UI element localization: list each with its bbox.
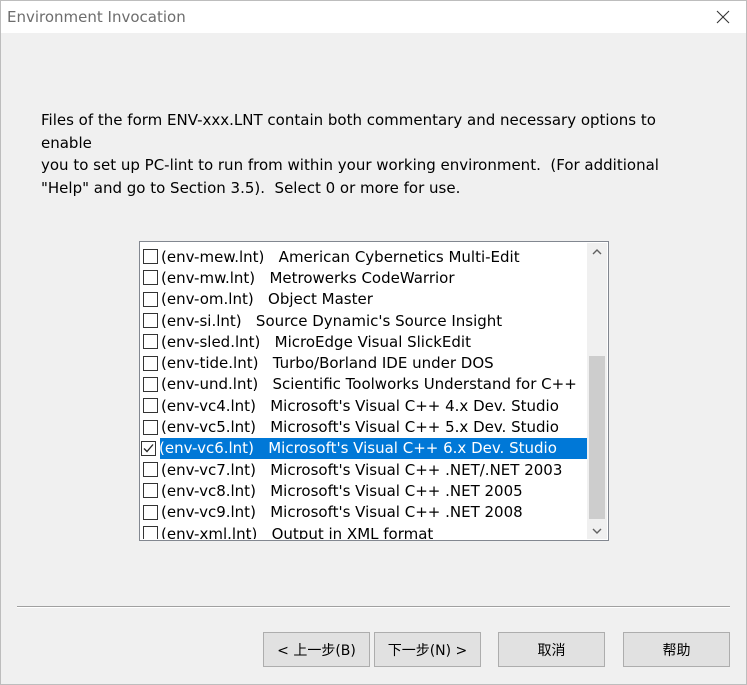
list-item-label: (env-mw.lnt) Metrowerks CodeWarrior xyxy=(161,268,455,287)
next-button[interactable]: 下一步(N) > xyxy=(374,632,481,667)
close-button[interactable] xyxy=(700,1,746,33)
checkbox[interactable] xyxy=(143,313,158,329)
checkbox[interactable] xyxy=(143,249,158,265)
checkbox[interactable] xyxy=(143,483,158,499)
list-item-label: (env-xml.lnt) Output in XML format xyxy=(161,524,434,539)
window-title: Environment Invocation xyxy=(7,8,186,26)
chevron-down-icon xyxy=(592,528,602,534)
checkbox[interactable] xyxy=(143,376,158,392)
list-item[interactable]: (env-si.lnt) Source Dynamic's Source Ins… xyxy=(141,310,588,331)
checkbox[interactable] xyxy=(143,270,158,286)
list-item[interactable]: (env-mw.lnt) Metrowerks CodeWarrior xyxy=(141,267,588,288)
checkbox[interactable] xyxy=(143,355,158,371)
checkbox[interactable] xyxy=(143,504,158,520)
list-item-label: (env-om.lnt) Object Master xyxy=(161,290,373,309)
list-item[interactable]: (env-om.lnt) Object Master xyxy=(141,289,588,310)
list-item-label: (env-vc8.lnt) Microsoft's Visual C++ .NE… xyxy=(161,481,523,500)
close-icon xyxy=(716,10,730,24)
checkbox[interactable] xyxy=(143,419,158,435)
list-item-label: (env-vc5.lnt) Microsoft's Visual C++ 5.x… xyxy=(161,418,559,437)
help-button[interactable]: 帮助 xyxy=(623,632,730,667)
list-item-label: (env-vc9.lnt) Microsoft's Visual C++ .NE… xyxy=(161,503,523,522)
scroll-down-button[interactable] xyxy=(587,522,607,539)
list-item[interactable]: (env-vc5.lnt) Microsoft's Visual C++ 5.x… xyxy=(141,416,588,437)
list-item[interactable]: (env-vc4.lnt) Microsoft's Visual C++ 4.x… xyxy=(141,395,588,416)
list-item-label: (env-si.lnt) Source Dynamic's Source Ins… xyxy=(161,311,503,330)
list-item[interactable]: (env-xml.lnt) Output in XML format xyxy=(141,523,588,539)
environment-file-listbox[interactable]: (env-mew.lnt) American Cybernetics Multi… xyxy=(139,241,609,541)
list-item[interactable]: (env-tide.lnt) Turbo/Borland IDE under D… xyxy=(141,353,588,374)
checkbox[interactable] xyxy=(143,334,158,350)
checkbox[interactable] xyxy=(143,291,158,307)
list-item-label: (env-vc6.lnt) Microsoft's Visual C++ 6.x… xyxy=(159,439,557,458)
scrollbar-thumb[interactable] xyxy=(589,356,605,519)
checkbox[interactable] xyxy=(143,526,158,539)
checkmark-icon xyxy=(143,443,154,453)
list-item-label: (env-vc4.lnt) Microsoft's Visual C++ 4.x… xyxy=(161,396,559,415)
environment-invocation-dialog: Environment Invocation Files of the form… xyxy=(0,0,747,685)
list-item-label: (env-tide.lnt) Turbo/Borland IDE under D… xyxy=(161,354,494,373)
list-item-label: (env-sled.lnt) MicroEdge Visual SlickEdi… xyxy=(161,332,471,351)
scroll-up-button[interactable] xyxy=(587,243,607,260)
list-item-label: (env-mew.lnt) American Cybernetics Multi… xyxy=(161,247,520,266)
list-item-label: (env-vc7.lnt) Microsoft's Visual C++ .NE… xyxy=(161,460,563,479)
checkbox[interactable] xyxy=(143,462,158,478)
back-button[interactable]: < 上一步(B) xyxy=(263,632,370,667)
list-item[interactable]: (env-vc8.lnt) Microsoft's Visual C++ .NE… xyxy=(141,480,588,501)
title-bar: Environment Invocation xyxy=(1,1,746,33)
list-item[interactable]: (env-vc6.lnt) Microsoft's Visual C++ 6.x… xyxy=(141,437,587,459)
cancel-button[interactable]: 取消 xyxy=(498,632,605,667)
checkbox-checked[interactable] xyxy=(141,440,156,456)
list-item[interactable]: (env-mew.lnt) American Cybernetics Multi… xyxy=(141,246,588,267)
list-item[interactable]: (env-vc7.lnt) Microsoft's Visual C++ .NE… xyxy=(141,459,588,480)
list-item[interactable]: (env-sled.lnt) MicroEdge Visual SlickEdi… xyxy=(141,331,588,352)
chevron-up-icon xyxy=(592,248,602,254)
list-item-label: (env-und.lnt) Scientific Toolworks Under… xyxy=(161,375,577,394)
vertical-scrollbar[interactable] xyxy=(587,243,607,539)
checkbox[interactable] xyxy=(143,398,158,414)
separator-line xyxy=(17,606,730,608)
listbox-items: (env-mew.lnt) American Cybernetics Multi… xyxy=(141,243,588,539)
list-item[interactable]: (env-und.lnt) Scientific Toolworks Under… xyxy=(141,374,588,395)
description-text: Files of the form ENV-xxx.LNT contain bo… xyxy=(41,111,659,197)
list-item[interactable]: (env-vc9.lnt) Microsoft's Visual C++ .NE… xyxy=(141,502,588,523)
